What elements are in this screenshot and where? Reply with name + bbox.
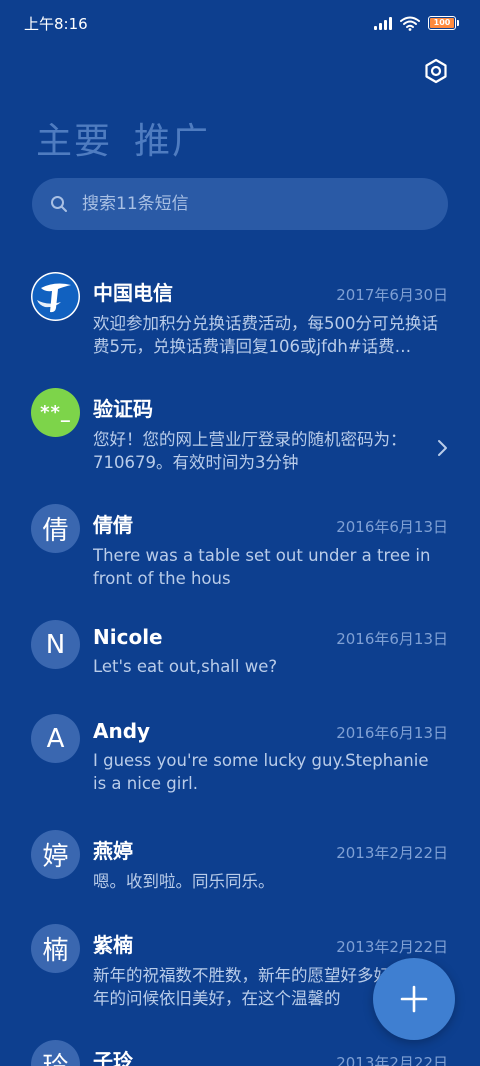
message-preview: 欢迎参加积分兑换话费活动，每500分可兑换话费5元，兑换话费请回复106或jfd… (93, 314, 438, 356)
message-preview: 您好！您的网上营业厅登录的随机密码为：710679。有效时间为3分钟 (93, 430, 407, 472)
message-item[interactable]: **_ 验证码 您好！您的网上营业厅登录的随机密码为：710679。有效时间为3… (0, 378, 480, 494)
message-list: 中国电信 2017年6月30日 欢迎参加积分兑换话费活动，每500分可兑换话费5… (0, 262, 480, 1066)
message-date: 2016年6月13日 (336, 630, 448, 648)
message-date: 2013年2月22日 (336, 1054, 448, 1066)
telecom-logo-icon (32, 273, 79, 320)
battery-icon: 100 (428, 16, 459, 30)
tab-primary[interactable]: 主要 (36, 112, 112, 164)
message-item[interactable]: 婷 燕婷 2013年2月22日 嗯。收到啦。同乐同乐。 (0, 820, 480, 914)
contact-name: 验证码 (93, 397, 153, 421)
search-icon (51, 196, 67, 212)
message-date: 2017年6月30日 (336, 286, 448, 304)
gear-icon (425, 58, 447, 84)
telecom-logo-avatar (31, 272, 80, 321)
tab-promotions[interactable]: 推广 (134, 112, 210, 164)
compose-button[interactable] (373, 958, 455, 1040)
contact-name: 中国电信 (93, 281, 173, 305)
contact-name: 子玲 (93, 1049, 133, 1066)
contact-name: Andy (93, 719, 151, 743)
message-item[interactable]: N Nicole 2016年6月13日 Let's eat out,shall … (0, 610, 480, 704)
message-date: 2013年2月22日 (336, 844, 448, 862)
message-date: 2016年6月13日 (336, 724, 448, 742)
avatar: 玲 (31, 1040, 80, 1066)
battery-label: 100 (433, 18, 451, 27)
contact-name: Nicole (93, 625, 163, 649)
avatar: 婷 (31, 830, 80, 879)
avatar: N (31, 620, 80, 669)
avatar: A (31, 714, 80, 763)
chevron-right-icon (438, 440, 447, 456)
message-preview: 嗯。收到啦。同乐同乐。 (93, 872, 275, 891)
message-item[interactable]: 中国电信 2017年6月30日 欢迎参加积分兑换话费活动，每500分可兑换话费5… (0, 262, 480, 378)
status-time: 上午8:16 (24, 14, 88, 33)
message-item[interactable]: 倩 倩倩 2016年6月13日 There was a table set ou… (0, 494, 480, 610)
settings-button[interactable] (420, 55, 452, 87)
message-item[interactable]: A Andy 2016年6月13日 I guess you're some lu… (0, 704, 480, 820)
tab-bar: 主要 推广 (36, 112, 210, 164)
message-date: 2013年2月22日 (336, 938, 448, 956)
search-bar[interactable] (32, 178, 448, 230)
avatar: 楠 (31, 924, 80, 973)
message-preview: Let's eat out,shall we? (93, 657, 278, 676)
contact-name: 紫楠 (93, 933, 133, 957)
signal-icon (374, 16, 392, 30)
contact-name: 燕婷 (93, 839, 133, 863)
plus-icon (400, 985, 428, 1013)
search-input[interactable] (82, 194, 412, 214)
status-bar: 上午8:16 100 (0, 0, 480, 46)
message-preview: I guess you're some lucky guy.Stephanie … (93, 751, 429, 793)
message-preview: There was a table set out under a tree i… (93, 546, 431, 588)
contact-name: 倩倩 (93, 513, 133, 537)
avatar: 倩 (31, 504, 80, 553)
status-icons: 100 (374, 16, 459, 31)
wifi-icon (400, 16, 420, 31)
avatar: **_ (31, 388, 80, 437)
message-date: 2016年6月13日 (336, 518, 448, 536)
